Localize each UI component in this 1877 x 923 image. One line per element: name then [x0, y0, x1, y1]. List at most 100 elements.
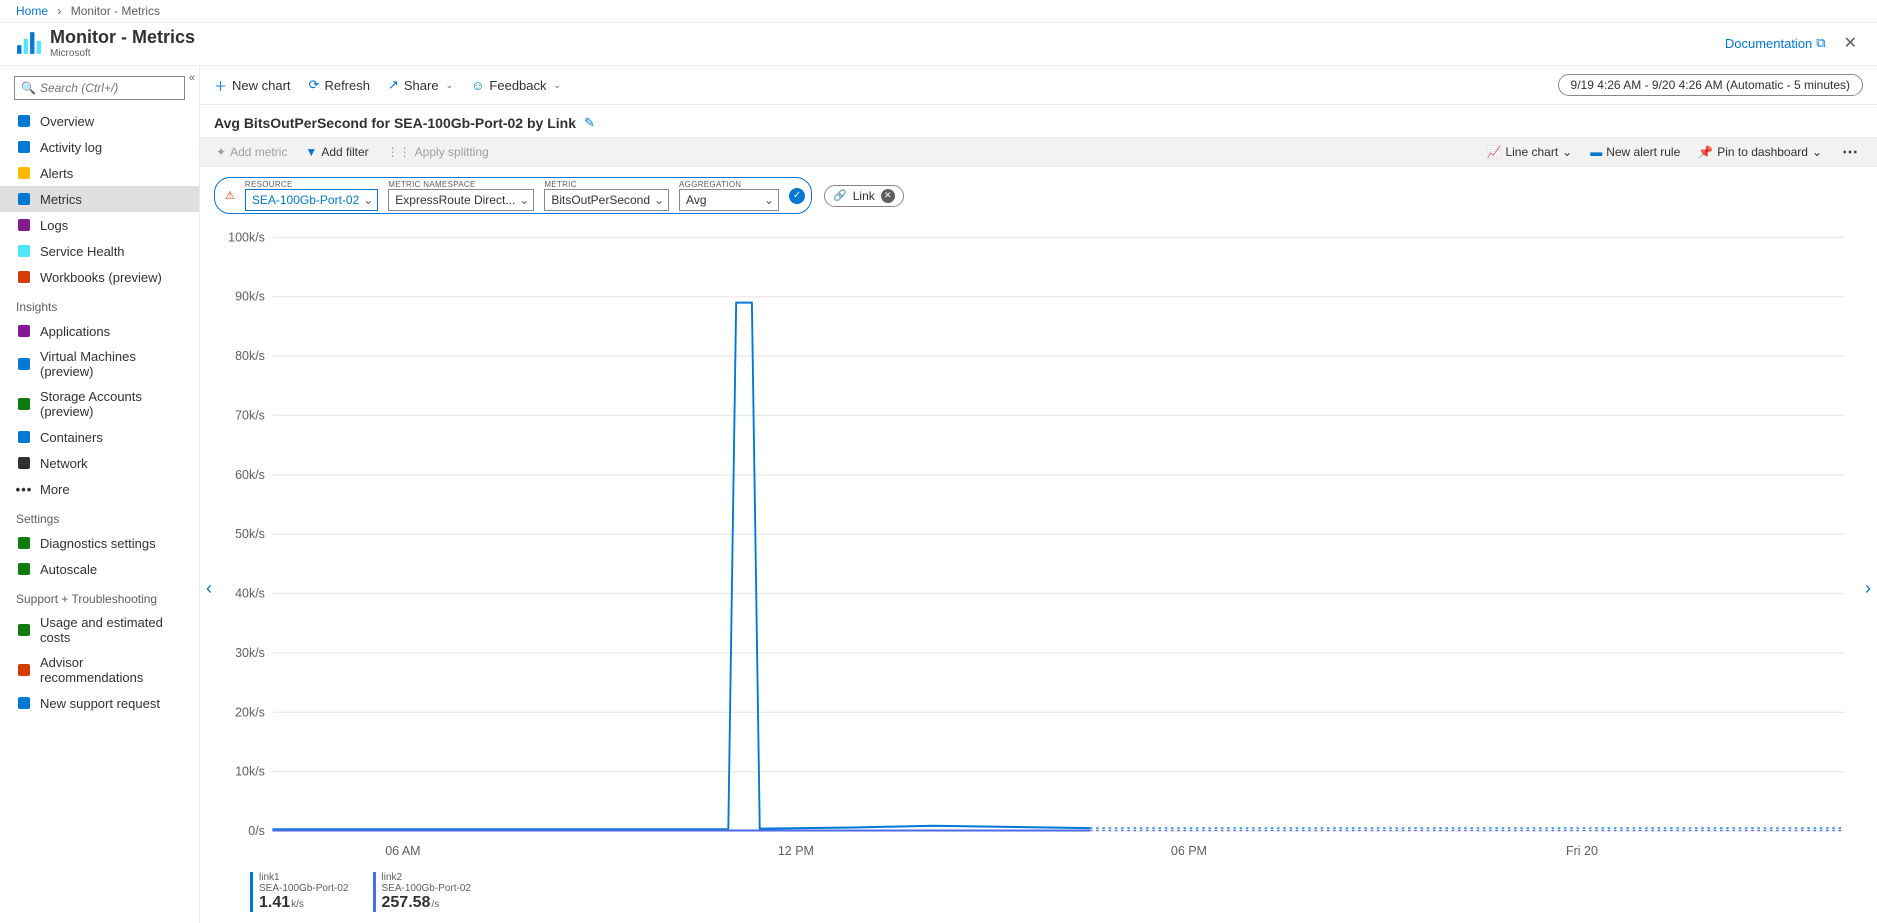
legend-unit: k/s: [291, 899, 304, 910]
external-link-icon: ⧉: [1816, 35, 1825, 51]
edit-title-icon[interactable]: ✎: [584, 115, 595, 131]
logs-icon: [16, 217, 32, 233]
sidebar-item-storage-accounts-preview-[interactable]: Storage Accounts (preview): [0, 384, 199, 424]
add-filter-button[interactable]: ▼Add filter: [303, 142, 370, 162]
main-content: ＋New chart ⟳Refresh ↗Share⌄ ☺Feedback⌄ 9…: [200, 66, 1877, 923]
more-options-button[interactable]: ⋯: [1838, 142, 1863, 162]
page-title: Monitor - Metrics: [50, 27, 195, 48]
share-button[interactable]: ↗Share⌄: [388, 77, 453, 93]
health-icon: [16, 243, 32, 259]
chart-type-selector[interactable]: 📈Line chart⌄: [1485, 142, 1575, 162]
nav-section-insights: Insights: [0, 290, 199, 318]
svg-text:60k/s: 60k/s: [235, 466, 265, 481]
search-input[interactable]: [40, 81, 178, 95]
monitor-icon: [16, 30, 42, 56]
legend-value: 257.58: [382, 894, 431, 911]
share-icon: ↗: [388, 77, 399, 93]
search-icon: 🔍: [21, 81, 36, 95]
new-alert-button[interactable]: ▬New alert rule: [1588, 142, 1682, 162]
sidebar-item-usage-and-estimated-costs[interactable]: Usage and estimated costs: [0, 610, 199, 650]
chart-next-button[interactable]: ›: [1861, 574, 1875, 603]
nav-item-label: Storage Accounts (preview): [40, 389, 183, 419]
aggregation-label: AGGREGATION: [679, 180, 779, 189]
aggregation-selector[interactable]: Avg: [679, 189, 779, 211]
remove-chip-icon[interactable]: ✕: [881, 189, 895, 203]
svg-text:06 AM: 06 AM: [385, 843, 420, 858]
line-chart[interactable]: 0/s10k/s20k/s30k/s40k/s50k/s60k/s70k/s80…: [210, 224, 1857, 863]
feedback-button[interactable]: ☺Feedback⌄: [471, 78, 561, 93]
apply-splitting-button[interactable]: ⋮⋮Apply splitting: [385, 142, 491, 162]
sidebar-collapse-icon[interactable]: «: [189, 72, 195, 84]
nav-section-settings: Settings: [0, 502, 199, 530]
chart-toolbar-secondary: ✦Add metric ▼Add filter ⋮⋮Apply splittin…: [200, 137, 1877, 167]
namespace-selector[interactable]: ExpressRoute Direct...: [388, 189, 534, 211]
sidebar-item-logs[interactable]: Logs: [0, 212, 199, 238]
nav-item-label: Network: [40, 456, 88, 471]
activity-icon: [16, 139, 32, 155]
sidebar-item-new-support-request[interactable]: New support request: [0, 690, 199, 716]
pin-icon: 📌: [1698, 145, 1713, 159]
breadcrumb-home[interactable]: Home: [16, 4, 48, 18]
resource-selector[interactable]: SEA-100Gb-Port-02: [245, 189, 378, 211]
chart-prev-button[interactable]: ‹: [202, 574, 216, 603]
alerts-icon: [16, 165, 32, 181]
resource-label: RESOURCE: [245, 180, 378, 189]
sidebar-search[interactable]: 🔍: [14, 76, 185, 100]
sidebar-item-metrics[interactable]: Metrics: [0, 186, 199, 212]
page-subtitle: Microsoft: [50, 48, 195, 59]
sidebar: « 🔍 Overview Activity log Alerts MetricsLog…: [0, 66, 200, 923]
sidebar-item-overview[interactable]: Overview: [0, 108, 199, 134]
svg-text:0/s: 0/s: [248, 823, 265, 838]
nav-item-label: Virtual Machines (preview): [40, 349, 183, 379]
sidebar-item-alerts[interactable]: Alerts: [0, 160, 199, 186]
svg-text:Fri 20: Fri 20: [1566, 843, 1598, 858]
workbooks-icon: [16, 269, 32, 285]
pin-dashboard-button[interactable]: 📌Pin to dashboard⌄: [1696, 142, 1824, 162]
advisor-icon: [16, 662, 32, 678]
network-icon: [16, 455, 32, 471]
diag-icon: [16, 535, 32, 551]
link-filter-chip[interactable]: 🔗 Link ✕: [824, 185, 904, 207]
legend-item[interactable]: link2SEA-100Gb-Port-02257.58/s: [373, 872, 472, 912]
metric-label: METRIC: [544, 180, 669, 189]
svg-text:80k/s: 80k/s: [235, 348, 265, 363]
svg-text:50k/s: 50k/s: [235, 526, 265, 541]
nav-item-label: Usage and estimated costs: [40, 615, 183, 645]
nav-item-label: Activity log: [40, 140, 102, 155]
sidebar-item-more[interactable]: •••More: [0, 476, 199, 502]
usage-icon: [16, 622, 32, 638]
sidebar-item-virtual-machines-preview-[interactable]: Virtual Machines (preview): [0, 344, 199, 384]
sidebar-item-autoscale[interactable]: Autoscale: [0, 556, 199, 582]
svg-text:40k/s: 40k/s: [235, 585, 265, 600]
sidebar-item-advisor-recommendations[interactable]: Advisor recommendations: [0, 650, 199, 690]
metric-selector[interactable]: BitsOutPerSecond: [544, 189, 669, 211]
sidebar-item-network[interactable]: Network: [0, 450, 199, 476]
time-range-selector[interactable]: 9/19 4:26 AM - 9/20 4:26 AM (Automatic -…: [1558, 74, 1863, 96]
chart-title: Avg BitsOutPerSecond for SEA-100Gb-Port-…: [214, 115, 576, 131]
svg-text:100k/s: 100k/s: [228, 229, 265, 244]
legend-value: 1.41: [259, 894, 290, 911]
sidebar-item-diagnostics-settings[interactable]: Diagnostics settings: [0, 530, 199, 556]
breadcrumb-current: Monitor - Metrics: [71, 4, 160, 18]
nav-item-label: Diagnostics settings: [40, 536, 156, 551]
sidebar-item-workbooks-preview-[interactable]: Workbooks (preview): [0, 264, 199, 290]
svg-text:12 PM: 12 PM: [778, 843, 814, 858]
close-icon[interactable]: ✕: [1840, 33, 1861, 53]
new-chart-button[interactable]: ＋New chart: [214, 76, 291, 95]
sidebar-item-service-health[interactable]: Service Health: [0, 238, 199, 264]
nav-item-label: More: [40, 482, 70, 497]
sidebar-item-applications[interactable]: Applications: [0, 318, 199, 344]
nav-item-label: Alerts: [40, 166, 73, 181]
legend-source: SEA-100Gb-Port-02: [382, 883, 472, 894]
svg-text:10k/s: 10k/s: [235, 763, 265, 778]
legend-item[interactable]: link1SEA-100Gb-Port-021.41k/s: [250, 872, 349, 912]
apply-check-icon[interactable]: ✓: [789, 188, 805, 204]
add-metric-button[interactable]: ✦Add metric: [214, 142, 289, 162]
sidebar-item-activity-log[interactable]: Activity log: [0, 134, 199, 160]
documentation-link[interactable]: Documentation ⧉: [1725, 35, 1826, 51]
nav-item-label: Autoscale: [40, 562, 97, 577]
sidebar-item-containers[interactable]: Containers: [0, 424, 199, 450]
metrics-icon: [16, 191, 32, 207]
refresh-button[interactable]: ⟳Refresh: [309, 77, 370, 93]
chart-area: ‹ › 0/s10k/s20k/s30k/s40k/s50k/s60k/s70k…: [200, 224, 1877, 923]
